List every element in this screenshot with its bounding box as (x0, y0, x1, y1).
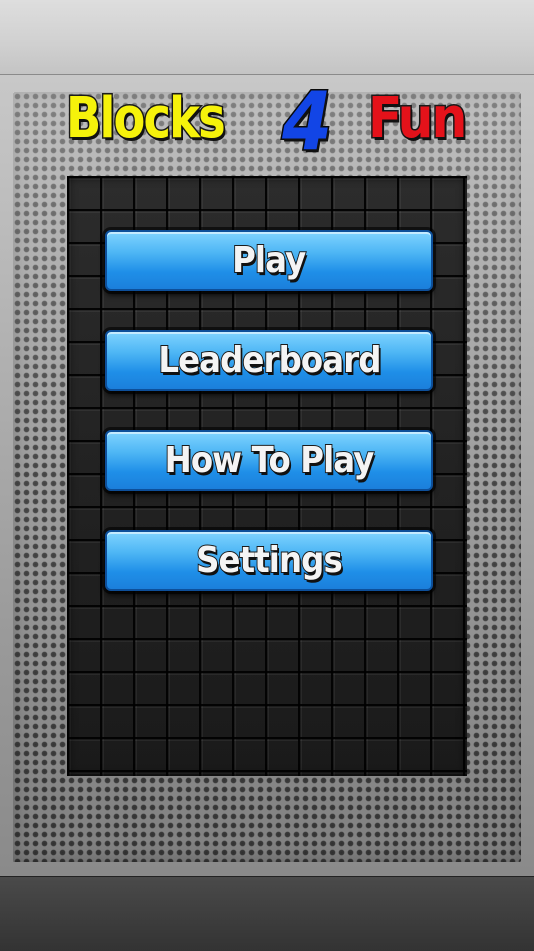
settings-button-label: Settings (195, 539, 343, 582)
play-button[interactable]: Play (105, 230, 433, 291)
game-title: Blocks 4 Fun (0, 78, 534, 168)
how-to-play-button[interactable]: How To Play (105, 430, 433, 491)
how-to-play-button-label: How To Play (164, 439, 376, 482)
title-word-fun: Fun (366, 86, 468, 151)
leaderboard-button[interactable]: Leaderboard (105, 330, 433, 391)
title-word-blocks: Blocks (65, 86, 227, 151)
play-button-label: Play (231, 239, 307, 282)
leaderboard-button-label: Leaderboard (157, 339, 382, 382)
bottom-bar (0, 876, 534, 951)
top-bar (0, 0, 534, 75)
title-word-four: 4 (280, 75, 333, 168)
settings-button[interactable]: Settings (105, 530, 433, 591)
